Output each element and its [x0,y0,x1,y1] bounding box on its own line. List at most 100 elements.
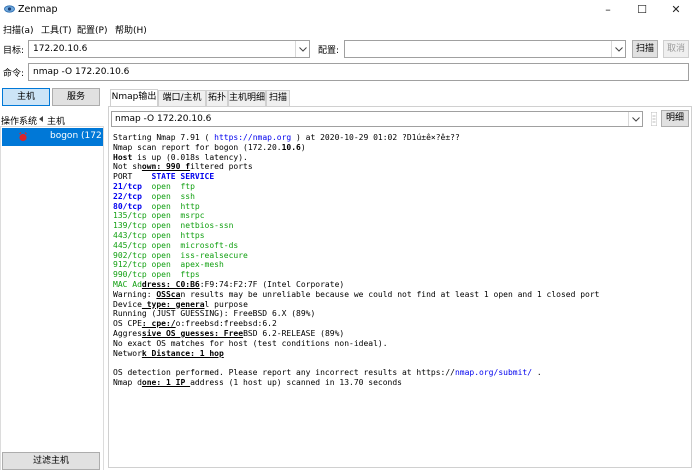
output-segment: Nmap scan report for bogon (172.20. [113,142,282,152]
output-segment: type: genera [141,299,205,309]
output-segment: own: 990 f [141,162,191,172]
details-button[interactable]: 明细 [661,110,689,127]
output-segment: . [532,368,542,378]
output-line: 21/tcp open ftp [113,182,689,192]
output-segment: ) at 2020-10-29 01:02 ?D1ú±ê×?ê±?? [291,133,460,142]
output-segment: iltered ports [190,162,253,172]
output-line: Network Distance: 1 hop [113,349,689,359]
eye-icon [4,5,15,13]
minimize-button[interactable]: – [592,2,624,18]
output-segment: 990/tcp open ftps [113,270,200,280]
menu-scan[interactable]: 扫描(a) [3,23,34,36]
chevron-down-icon[interactable] [295,41,309,57]
output-line: Nmap done: 1 IP address (1 host up) scan… [113,378,689,388]
output-segment: 10.6 [281,142,301,152]
output-line: 990/tcp open ftps [113,270,689,280]
command-label: 命令: [3,69,25,79]
output-segment: 139/tcp open netbios-ssn [113,221,234,231]
output-segment: OS detection performed. Please report an… [113,368,455,378]
target-combo[interactable]: 172.20.10.6 [28,40,310,58]
maximize-button[interactable]: ☐ [626,2,658,18]
menu-profile[interactable]: 配置(P) [77,23,107,36]
tab-ports-hosts[interactable]: 端口/主机 [158,90,206,106]
profile-combo[interactable] [344,40,626,58]
window-title: Zenmap [18,4,58,15]
target-row: 目标: 172.20.10.6 配置: 扫描 取消 [0,38,692,60]
output-segment: open ftp [141,181,195,191]
command-value: nmap -O 172.20.10.6 [33,67,130,77]
chevron-down-icon[interactable] [628,112,642,126]
target-value: 172.20.10.6 [33,44,88,54]
tab-scans[interactable]: 扫描 [266,90,290,106]
nmap-output-panel: nmap -O 172.20.10.6 明细 Starting Nmap 7.9… [108,106,692,468]
grip-icon [651,112,657,126]
filter-hosts-button[interactable]: 过滤主机 [2,452,100,470]
output-segment: one: 1 IP [141,377,191,387]
output-segment: MAC Ad [113,279,142,289]
output-line: 80/tcp open http [113,202,689,212]
output-segment: open ssh [141,191,195,201]
output-segment: 445/tcp open microsoft-ds [113,240,239,250]
cancel-button[interactable]: 取消 [663,40,689,58]
tab-nmap-output[interactable]: Nmap输出 [110,89,158,107]
output-line: PORT STATE SERVICE [113,172,689,182]
output-segment: n results may be unreliable because we c… [180,289,600,299]
output-segment: is up (0.018s latency). [132,152,248,162]
tab-topology[interactable]: 拓扑 [206,90,228,106]
output-segment: Aggres [113,328,142,338]
host-pane: 主机 服务 操作系统 主机 bogon (172 过滤主机 [0,86,104,470]
chevron-down-icon[interactable] [611,41,625,57]
host-list-header: 操作系统 主机 [0,112,104,127]
output-segment: 902/tcp open iss-realsecure [113,250,248,260]
output-line: 912/tcp open apex-mesh [113,260,689,270]
output-segment: 21/tcp [113,181,142,191]
menu-bar: 扫描(a) 工具(T) 配置(P) 帮助(H) [0,20,692,36]
output-segment: address (1 host up) scanned in 13.70 sec… [190,377,402,387]
output-segment: 443/tcp open https [113,230,205,240]
output-line: 139/tcp open netbios-ssn [113,221,689,231]
output-segment: Networ [113,348,142,358]
output-segment: 912/tcp open apex-mesh [113,260,224,270]
output-command-select[interactable]: nmap -O 172.20.10.6 [111,111,643,127]
scan-output-text[interactable]: Starting Nmap 7.91 ( https://nmap.org ) … [113,133,689,388]
output-line: Aggressive OS guesses: FreeBSD 6.2-RELEA… [113,329,689,339]
list-item[interactable]: bogon (172 [2,128,103,146]
output-line: 22/tcp open ssh [113,192,689,202]
output-line: 135/tcp open msrpc [113,211,689,221]
freebsd-os-icon [18,131,28,143]
output-line: Warning: OSScan results may be unreliabl… [113,290,689,300]
tab-hosts[interactable]: 主机 [2,88,50,106]
profile-label: 配置: [318,46,340,56]
tab-host-details[interactable]: 主机明细 [228,90,266,106]
output-line: 902/tcp open iss-realsecure [113,251,689,261]
output-segment: Nmap d [113,377,142,387]
target-label: 目标: [3,46,25,56]
output-segment: PORT [113,172,152,182]
output-segment: ) [300,142,306,152]
output-line: OS CPE: cpe:/o:freebsd:freebsd:6.2 [113,319,689,329]
output-segment: Not sh [113,162,142,172]
host-list: bogon (172 [0,126,104,470]
command-input[interactable]: nmap -O 172.20.10.6 [28,63,689,81]
output-segment: l purpose [204,299,248,309]
output-segment: OSSca [156,289,181,299]
output-segment: :F9:74:F2:7F (Intel Corporate) [199,279,345,289]
output-segment: OS CPE [113,319,142,329]
menu-tools[interactable]: 工具(T) [41,23,72,36]
output-line: OS detection performed. Please report an… [113,368,689,378]
output-segment: sive OS guesses: Free [141,328,244,338]
scan-button[interactable]: 扫描 [632,40,658,58]
output-line: Not shown: 990 filtered ports [113,162,689,172]
tab-services[interactable]: 服务 [52,88,100,106]
sort-arrow-icon [39,116,43,122]
output-segment: BSD 6.2-RELEASE (89%) [243,328,345,338]
output-segment: : cpe:/ [141,319,176,329]
menu-help[interactable]: 帮助(H) [115,23,147,36]
title-bar: Zenmap – ☐ ✕ [0,0,692,20]
output-line: 443/tcp open https [113,231,689,241]
close-button[interactable]: ✕ [660,2,692,18]
output-line: Starting Nmap 7.91 ( https://nmap.org ) … [113,133,689,143]
command-row: 命令: nmap -O 172.20.10.6 [0,61,692,83]
output-segment: open http [141,201,200,211]
